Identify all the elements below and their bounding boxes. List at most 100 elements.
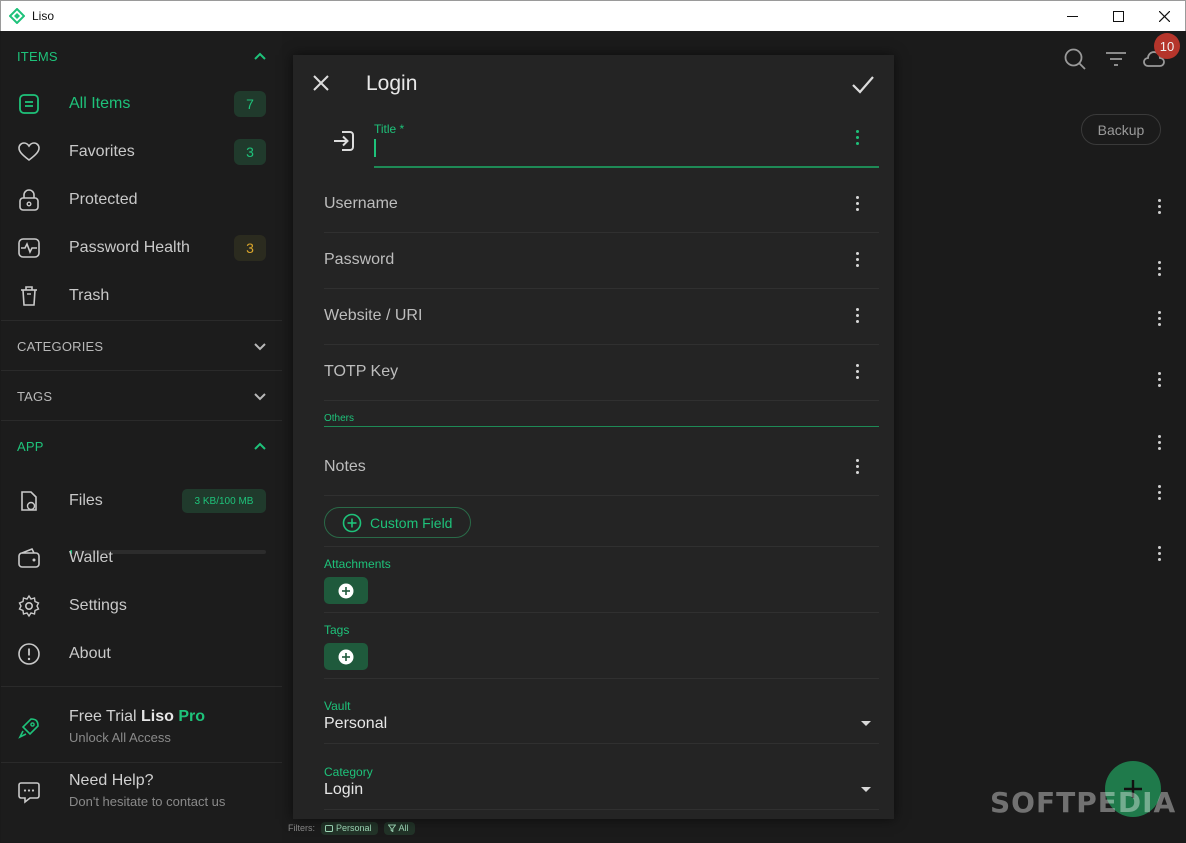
filters-label: Filters: [288, 823, 315, 833]
search-icon[interactable] [1063, 47, 1087, 71]
item-menu-icon[interactable] [1158, 372, 1162, 390]
items-section-header[interactable]: ITEMS [17, 46, 267, 66]
section-divider [324, 743, 879, 744]
type-filter-chip[interactable]: All [383, 821, 415, 835]
category-value: Login [324, 781, 364, 798]
item-menu-icon[interactable] [1158, 546, 1162, 564]
password-field[interactable]: Password [324, 233, 879, 289]
chevron-up-icon [254, 442, 266, 450]
add-attachment-button[interactable] [324, 577, 368, 604]
sidebar-item-settings[interactable]: Settings [17, 589, 267, 623]
vault-icon [325, 825, 333, 832]
sidebar-item-help[interactable]: Need Help? Don't hesitate to contact us [17, 772, 277, 816]
username-field[interactable]: Username [324, 177, 879, 233]
dropdown-caret-icon [861, 787, 871, 792]
promo-subtitle: Unlock All Access [69, 730, 171, 745]
sidebar-item-password-health[interactable]: Password Health 3 [17, 231, 267, 265]
liso-logo-icon [9, 8, 25, 24]
sidebar-item-label: Trash [69, 287, 110, 304]
sidebar-divider [1, 762, 282, 763]
notification-badge: 10 [1154, 33, 1180, 59]
section-divider [324, 678, 879, 679]
maximize-icon [1112, 10, 1124, 22]
field-label: TOTP Key [324, 363, 399, 380]
rocket-icon [18, 718, 39, 739]
close-window-button[interactable] [1141, 1, 1186, 31]
field-menu-icon[interactable] [856, 252, 860, 270]
add-circle-icon [342, 513, 362, 532]
item-menu-icon[interactable] [1158, 485, 1162, 503]
sidebar-item-favorites[interactable]: Favorites 3 [17, 135, 267, 169]
categories-section-header[interactable]: CATEGORIES [17, 336, 267, 356]
sidebar-item-label: All Items [69, 95, 131, 112]
backup-button[interactable]: Backup [1081, 114, 1161, 145]
sidebar-item-trash[interactable]: Trash [17, 279, 267, 313]
field-menu-icon[interactable] [856, 459, 860, 477]
sidebar-item-all-items[interactable]: All Items 7 [17, 87, 267, 121]
notes-field[interactable]: Notes [324, 440, 879, 496]
count-badge: 7 [234, 91, 266, 117]
lock-icon [19, 189, 39, 211]
help-subtitle: Don't hesitate to contact us [69, 794, 226, 809]
sidebar-item-label: Favorites [69, 143, 135, 160]
app-section-header[interactable]: APP [17, 436, 267, 456]
sidebar-item-label: Protected [69, 191, 138, 208]
field-label: Password [324, 251, 395, 268]
sidebar-item-free-trial[interactable]: Free Trial Liso Pro Unlock All Access [17, 708, 277, 752]
add-tag-button[interactable] [324, 643, 368, 670]
maximize-button[interactable] [1095, 1, 1141, 31]
sidebar-item-files[interactable]: Files 3 KB/100 MB [17, 484, 267, 518]
totp-key-field[interactable]: TOTP Key [324, 345, 879, 401]
others-section-label: Others [324, 413, 355, 424]
sidebar-item-label: Password Health [69, 239, 190, 256]
promo-pro: Pro [173, 708, 206, 725]
categories-section-label: CATEGORIES [17, 338, 104, 354]
wallet-icon [18, 547, 40, 568]
website-field[interactable]: Website / URI [324, 289, 879, 345]
login-icon [334, 131, 354, 151]
item-menu-icon[interactable] [1158, 311, 1162, 329]
vault-filter-chip[interactable]: Personal [321, 821, 378, 835]
promo-title: Free Trial Liso Pro [69, 708, 205, 726]
chevron-down-icon [254, 393, 266, 401]
promo-brand: Liso [141, 708, 174, 725]
sidebar-item-protected[interactable]: Protected [17, 183, 267, 217]
attachments-label: Attachments [324, 557, 391, 571]
chat-help-icon [18, 782, 40, 804]
field-menu-icon[interactable] [856, 308, 860, 326]
field-label: Website / URI [324, 307, 423, 324]
sidebar-item-label: Files [69, 492, 103, 509]
tags-section-label: TAGS [17, 388, 53, 404]
item-menu-icon[interactable] [1158, 435, 1162, 453]
filter-icon[interactable] [1104, 47, 1128, 71]
section-divider [324, 546, 879, 547]
vault-label: Vault [324, 699, 351, 713]
tags-section-header[interactable]: TAGS [17, 386, 267, 406]
section-divider [324, 809, 879, 810]
sidebar-item-label: Settings [69, 597, 127, 614]
field-menu-icon[interactable] [856, 196, 860, 214]
close-dialog-icon[interactable] [311, 73, 331, 93]
sidebar-item-about[interactable]: About [17, 637, 267, 671]
add-custom-field-button[interactable]: Custom Field [324, 507, 471, 538]
field-menu-icon[interactable] [856, 364, 860, 382]
type-filter-label: All [398, 823, 409, 833]
save-check-icon[interactable] [851, 72, 875, 96]
info-icon [18, 643, 40, 665]
title-input[interactable] [374, 135, 844, 165]
vault-select[interactable]: Vault Personal [324, 695, 879, 743]
custom-field-label: Custom Field [370, 514, 453, 531]
item-menu-icon[interactable] [1158, 199, 1162, 217]
sidebar-divider [1, 686, 282, 687]
sidebar-divider [1, 320, 282, 321]
plus-circle-icon [338, 649, 354, 664]
list-icon [19, 94, 39, 114]
title-field-menu-icon[interactable] [856, 130, 860, 148]
category-select[interactable]: Category Login [324, 761, 879, 809]
minimize-button[interactable] [1049, 1, 1095, 31]
gear-icon [18, 594, 40, 618]
close-icon [1158, 10, 1170, 22]
softpedia-watermark: SOFTPEDIA [990, 786, 1177, 819]
item-menu-icon[interactable] [1158, 261, 1162, 279]
sidebar-item-wallet[interactable]: Wallet [17, 541, 267, 575]
